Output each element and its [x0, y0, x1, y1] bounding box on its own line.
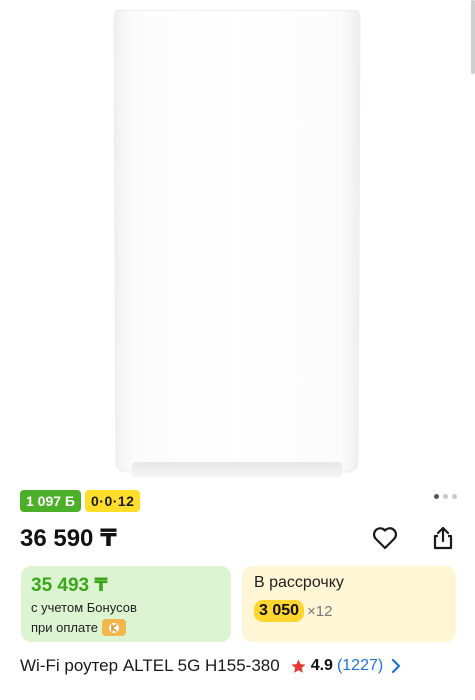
star-icon	[291, 658, 306, 673]
favorite-button[interactable]	[371, 524, 399, 552]
gallery-pagination	[434, 494, 457, 499]
router-image	[113, 10, 361, 478]
product-actions	[371, 524, 457, 552]
installment-label: В рассрочку	[254, 574, 344, 591]
installment-months: ×12	[307, 602, 333, 620]
bonus-price-card[interactable]: 35 493 ₸ с учетом Бонусов при оплате	[21, 566, 231, 642]
chevron-right-icon[interactable]	[391, 658, 401, 674]
bonus-payment-note: при оплате	[31, 619, 126, 636]
installment-amount-row: 3 050 ×12	[254, 600, 333, 622]
bonus-price: 35 493 ₸	[31, 575, 108, 596]
product-title-row: Wi-Fi роутер ALTEL 5G H155-380 4.9 (1227…	[20, 655, 463, 677]
gallery-dot-active[interactable]	[434, 494, 439, 499]
product-image-gallery[interactable]	[0, 0, 475, 485]
bonus-description: с учетом Бонусов	[31, 600, 137, 615]
rating-value: 4.9	[310, 657, 333, 674]
installment-monthly-amount: 3 050	[254, 600, 305, 622]
share-icon	[433, 526, 453, 550]
heart-icon	[372, 527, 398, 550]
product-price: 36 590 ₸	[20, 525, 117, 552]
reviews-count-link[interactable]: (1227)	[337, 657, 383, 675]
rating[interactable]: 4.9 (1227)	[290, 657, 402, 675]
share-button[interactable]	[429, 524, 457, 552]
kaspi-icon	[101, 619, 126, 636]
installment-card[interactable]: В рассрочку 3 050 ×12	[242, 566, 456, 642]
installment-plan-tag: 0·0·12	[85, 490, 141, 512]
scrollbar-thumb[interactable]	[471, 0, 475, 74]
gallery-dot[interactable]	[443, 494, 448, 499]
product-tags: 1 097 Б 0·0·12	[20, 490, 141, 512]
bonus-payment-label: при оплате	[31, 620, 98, 635]
gallery-dot[interactable]	[452, 494, 457, 499]
bonus-tag: 1 097 Б	[20, 490, 81, 512]
product-title: Wi-Fi роутер ALTEL 5G H155-380	[20, 656, 280, 675]
